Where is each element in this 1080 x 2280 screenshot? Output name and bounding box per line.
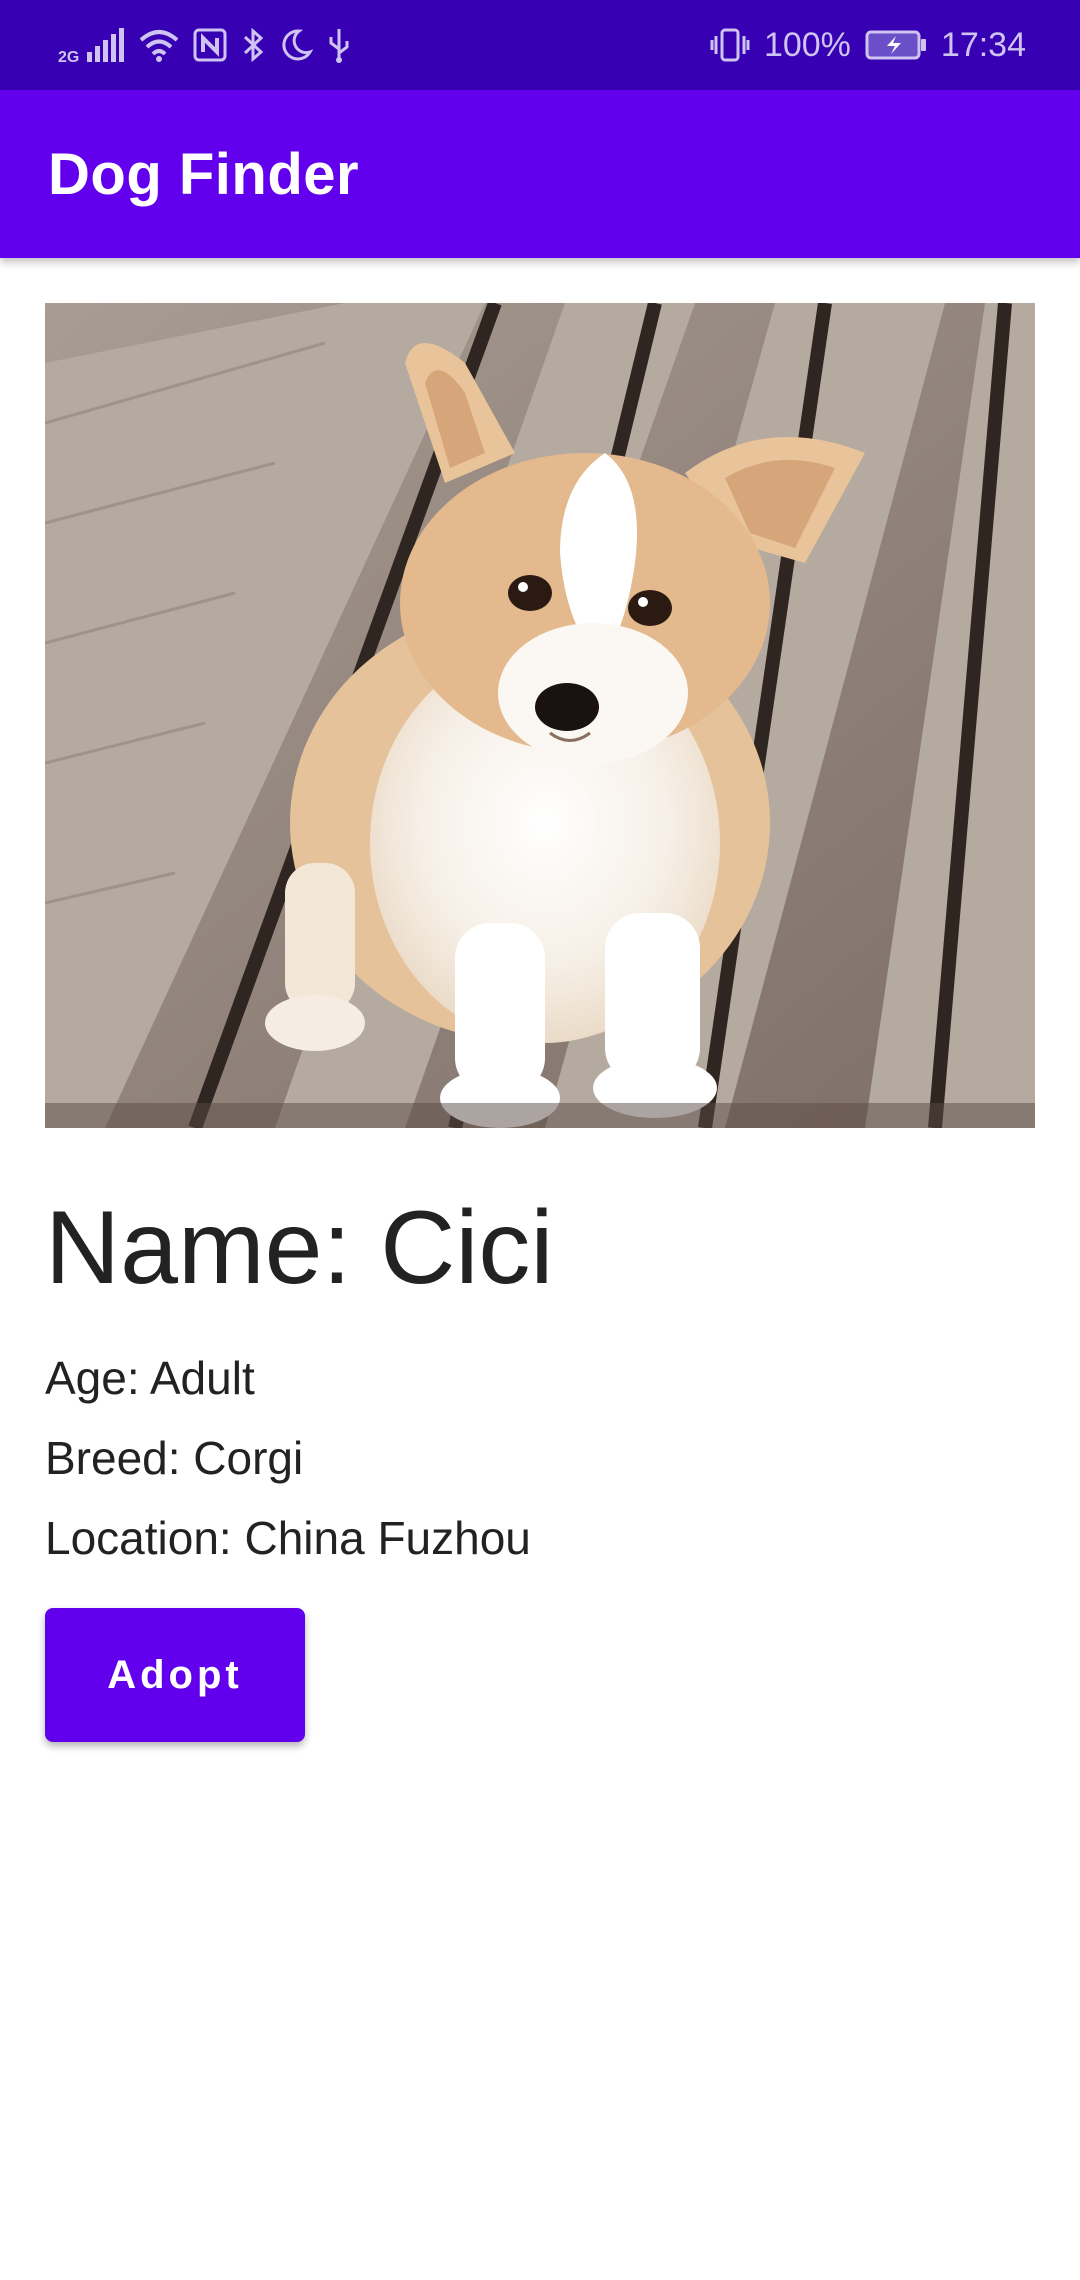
bluetooth-icon xyxy=(241,28,265,62)
status-bar: 2G 100% 17:34 xyxy=(0,0,1080,90)
dog-detail-content: Name: Cici Age: Adult Breed: Corgi Locat… xyxy=(45,303,1035,1742)
clock: 17:34 xyxy=(940,26,1026,64)
app-title: Dog Finder xyxy=(48,141,360,207)
vibrate-icon xyxy=(710,28,750,62)
dog-location: Location: China Fuzhou xyxy=(45,1512,531,1564)
dog-photo xyxy=(45,303,1035,1128)
status-bar-right: 100% 17:34 xyxy=(710,28,1026,62)
wifi-icon xyxy=(139,28,179,62)
signal-icon xyxy=(87,28,125,62)
nfc-icon xyxy=(193,28,227,62)
dog-breed: Breed: Corgi xyxy=(45,1432,304,1484)
dog-name: Name: Cici xyxy=(45,1190,554,1306)
adopt-button[interactable]: Adopt xyxy=(45,1608,305,1742)
battery-charging-icon xyxy=(865,30,927,60)
do-not-disturb-icon xyxy=(279,28,314,62)
battery-percent: 100% xyxy=(763,26,851,64)
status-bar-left: 2G xyxy=(58,24,351,66)
app-bar: Dog Finder xyxy=(0,90,1080,258)
usb-icon xyxy=(327,27,351,63)
network-type: 2G xyxy=(58,49,80,66)
dog-age: Age: Adult xyxy=(45,1352,255,1404)
